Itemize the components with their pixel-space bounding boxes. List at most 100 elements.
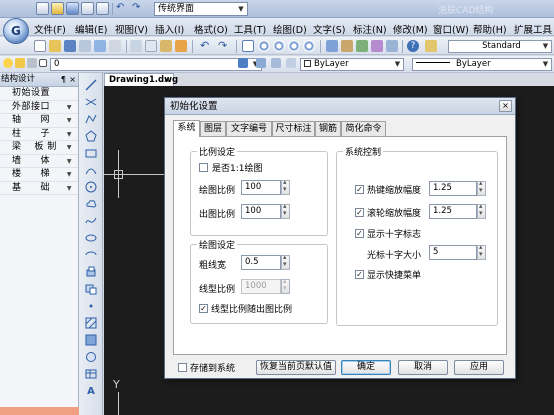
- tab-text-numbering[interactable]: 文字编号: [226, 121, 272, 136]
- make-block-icon[interactable]: [85, 283, 97, 295]
- cross-size-stepper[interactable]: [477, 243, 486, 260]
- publish-icon[interactable]: [109, 40, 121, 52]
- tab-rebar[interactable]: 钢筋: [315, 121, 341, 136]
- layer-states-icon[interactable]: [286, 58, 296, 68]
- print-icon[interactable]: [79, 40, 91, 52]
- preview-icon[interactable]: [94, 40, 106, 52]
- structure-item-wall[interactable]: 墙 体 ▼: [0, 155, 78, 168]
- properties-icon[interactable]: [326, 40, 338, 52]
- ellipse-arc-icon[interactable]: [85, 249, 97, 261]
- structure-item-initial-settings[interactable]: 初始设置: [0, 87, 78, 101]
- menu-window[interactable]: 窗口(W): [433, 22, 469, 36]
- hotkey-zoom-input[interactable]: 1.25: [429, 181, 477, 196]
- zoom-previous-icon[interactable]: [288, 40, 300, 52]
- cut-icon[interactable]: [130, 40, 142, 52]
- circle-icon[interactable]: [85, 181, 97, 193]
- structure-item-foundation[interactable]: 基 础 ▼: [0, 182, 78, 195]
- hotkey-zoom-stepper[interactable]: [477, 179, 486, 196]
- hotkey-zoom-checkbox[interactable]: [355, 185, 364, 194]
- gradient-icon[interactable]: [85, 334, 97, 346]
- output-scale-input[interactable]: 100: [241, 204, 281, 219]
- saveas-icon[interactable]: [81, 2, 94, 15]
- structure-item-beam-slab[interactable]: 梁 板 制 ▼: [0, 141, 78, 155]
- menu-file[interactable]: 文件(F): [34, 22, 66, 36]
- lock-icon[interactable]: [27, 58, 37, 68]
- linetype-select[interactable]: ByLayer ▼: [412, 58, 552, 71]
- tab-dimension[interactable]: 尺寸标注: [272, 121, 315, 136]
- polyline-icon[interactable]: [85, 113, 97, 125]
- construction-line-icon[interactable]: [85, 96, 97, 108]
- copy-icon[interactable]: [145, 40, 157, 52]
- is-1-1-checkbox[interactable]: [199, 163, 208, 172]
- menu-view[interactable]: 视图(V): [115, 22, 148, 36]
- sun-icon[interactable]: [15, 58, 25, 68]
- revision-cloud-icon[interactable]: [85, 198, 97, 210]
- tab-layer[interactable]: 图层: [200, 121, 226, 136]
- thick-line-stepper[interactable]: [281, 253, 290, 270]
- table-icon[interactable]: [85, 368, 97, 380]
- new-file-icon[interactable]: [36, 2, 49, 15]
- paste-icon[interactable]: [160, 40, 172, 52]
- wheel-zoom-input[interactable]: 1.25: [429, 204, 477, 219]
- menu-dimension[interactable]: 标注(N): [353, 22, 387, 36]
- structure-item-external-interface[interactable]: 外部接口 ▼: [0, 101, 78, 114]
- wheel-zoom-stepper[interactable]: [477, 202, 486, 219]
- hatch-icon[interactable]: [85, 317, 97, 329]
- menu-modify[interactable]: 修改(M): [393, 22, 428, 36]
- structure-item-column[interactable]: 柱 子 ▼: [0, 128, 78, 141]
- menu-edit[interactable]: 编辑(E): [75, 22, 107, 36]
- pin-icon[interactable]: ¶: [61, 73, 66, 86]
- cancel-button[interactable]: 取消: [398, 360, 448, 375]
- save-to-system-checkbox[interactable]: [178, 363, 187, 372]
- help-icon[interactable]: ?: [407, 40, 419, 52]
- apply-button[interactable]: 应用: [454, 360, 504, 375]
- tab-simplified-commands[interactable]: 简化命令: [341, 121, 386, 136]
- pan-icon[interactable]: [242, 40, 254, 52]
- thick-line-input[interactable]: 0.5: [241, 255, 281, 270]
- open-icon[interactable]: [49, 40, 61, 52]
- output-scale-stepper[interactable]: [281, 202, 290, 219]
- match-properties-icon[interactable]: [175, 40, 187, 52]
- line-icon[interactable]: [85, 79, 97, 91]
- new-icon[interactable]: [34, 40, 46, 52]
- design-center-icon[interactable]: [341, 40, 353, 52]
- wheel-zoom-checkbox[interactable]: [355, 208, 364, 217]
- close-icon[interactable]: ×: [69, 73, 76, 86]
- menu-help[interactable]: 帮助(H): [473, 22, 507, 36]
- rectangle-icon[interactable]: [85, 147, 97, 159]
- close-icon[interactable]: ×: [499, 100, 512, 112]
- linetype-scale-stepper[interactable]: [281, 277, 290, 294]
- layer-manager-icon[interactable]: [238, 58, 248, 68]
- multiline-text-icon[interactable]: A: [85, 385, 97, 397]
- print-icon[interactable]: [96, 2, 109, 15]
- dialog-title-bar[interactable]: 初始化设置 ×: [165, 98, 515, 115]
- tab-system[interactable]: 系统: [173, 120, 200, 137]
- redo-icon[interactable]: ↷: [132, 2, 145, 15]
- cross-size-input[interactable]: 5: [429, 245, 477, 260]
- layer-previous-icon[interactable]: [271, 58, 281, 68]
- point-icon[interactable]: [85, 300, 97, 312]
- lightbulb-icon[interactable]: [3, 58, 13, 68]
- document-tab[interactable]: Drawing1.dwg ×: [104, 73, 178, 86]
- tool-palette-icon[interactable]: [356, 40, 368, 52]
- redo-icon[interactable]: ↷: [218, 40, 230, 52]
- structure-item-axis-grid[interactable]: 轴 网 ▼: [0, 114, 78, 128]
- text-style-icon[interactable]: [425, 40, 437, 52]
- undo-icon[interactable]: ↶: [116, 2, 129, 15]
- insert-block-icon[interactable]: [85, 266, 97, 278]
- ellipse-icon[interactable]: [85, 232, 97, 244]
- region-icon[interactable]: [85, 351, 97, 363]
- sheet-set-icon[interactable]: [371, 40, 383, 52]
- arc-icon[interactable]: [85, 164, 97, 176]
- color-select[interactable]: ByLayer ▼: [300, 58, 404, 71]
- zoom-window-icon[interactable]: [273, 40, 285, 52]
- zoom-extents-icon[interactable]: [303, 40, 315, 52]
- layer-select[interactable]: 0▼: [50, 58, 262, 71]
- menu-tools[interactable]: 工具(T): [234, 22, 266, 36]
- menu-text[interactable]: 文字(S): [313, 22, 345, 36]
- menu-extended-tools[interactable]: 扩展工具: [514, 22, 552, 36]
- markup-icon[interactable]: [386, 40, 398, 52]
- workspace-select[interactable]: 传统界面 ▼: [154, 2, 248, 16]
- menu-insert[interactable]: 插入(I): [155, 22, 184, 36]
- make-current-icon[interactable]: [256, 58, 266, 68]
